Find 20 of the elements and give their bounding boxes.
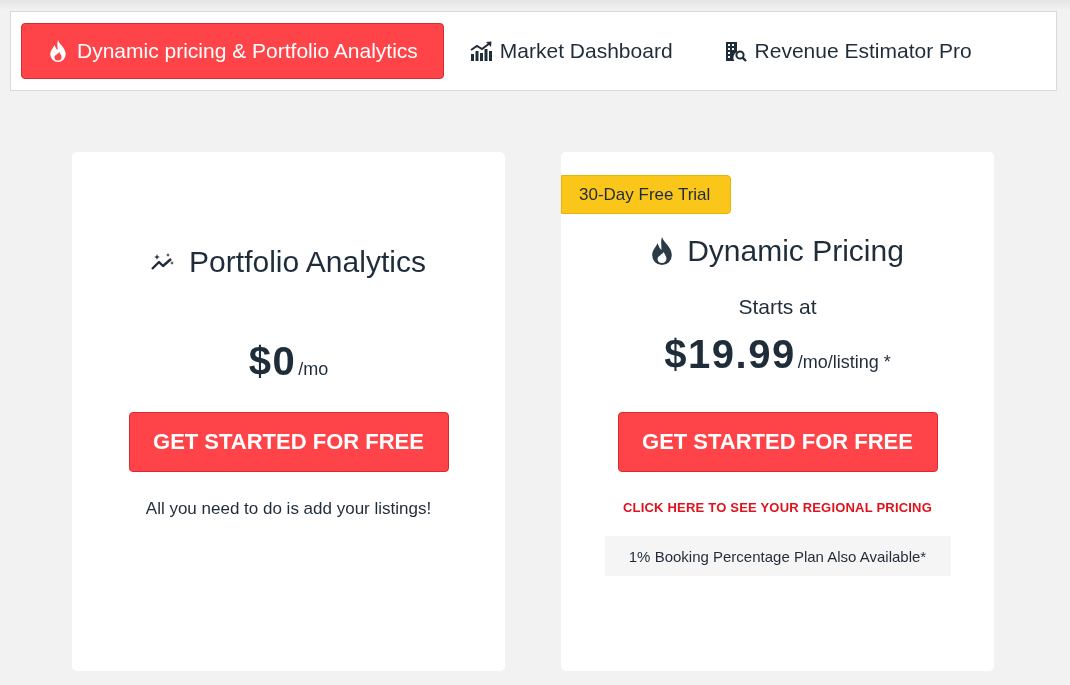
building-search-icon (724, 40, 747, 62)
plan-title: Portfolio Analytics (189, 245, 426, 279)
price-amount: $0 (248, 338, 297, 385)
nav-tab[interactable]: Dynamic pricing & Portfolio Analytics (21, 23, 444, 79)
flame-icon (47, 40, 69, 62)
get-started-button[interactable]: GET STARTED FOR FREE (128, 412, 449, 472)
nav-tab[interactable]: Revenue Estimator Pro (698, 23, 998, 79)
price-unit: /mo (298, 359, 329, 380)
price-caption: Starts at (738, 294, 817, 320)
bar-chart-icon (469, 40, 492, 62)
plan-title: Dynamic Pricing (687, 234, 904, 268)
regional-pricing-link[interactable]: CLICK HERE TO SEE YOUR REGIONAL PRICING (623, 499, 932, 517)
trial-badge: 30-Day Free Trial (561, 175, 732, 214)
plan-note: All you need to do is add your listings! (145, 498, 432, 520)
price-unit: /mo/listing * (797, 352, 891, 373)
get-started-button[interactable]: GET STARTED FOR FREE (617, 412, 938, 472)
price-amount: $19.99 (664, 331, 796, 378)
flame-icon (651, 237, 674, 265)
nav-tab[interactable]: Market Dashboard (443, 23, 699, 79)
booking-plan-note: 1% Booking Percentage Plan Also Available* (604, 536, 951, 576)
